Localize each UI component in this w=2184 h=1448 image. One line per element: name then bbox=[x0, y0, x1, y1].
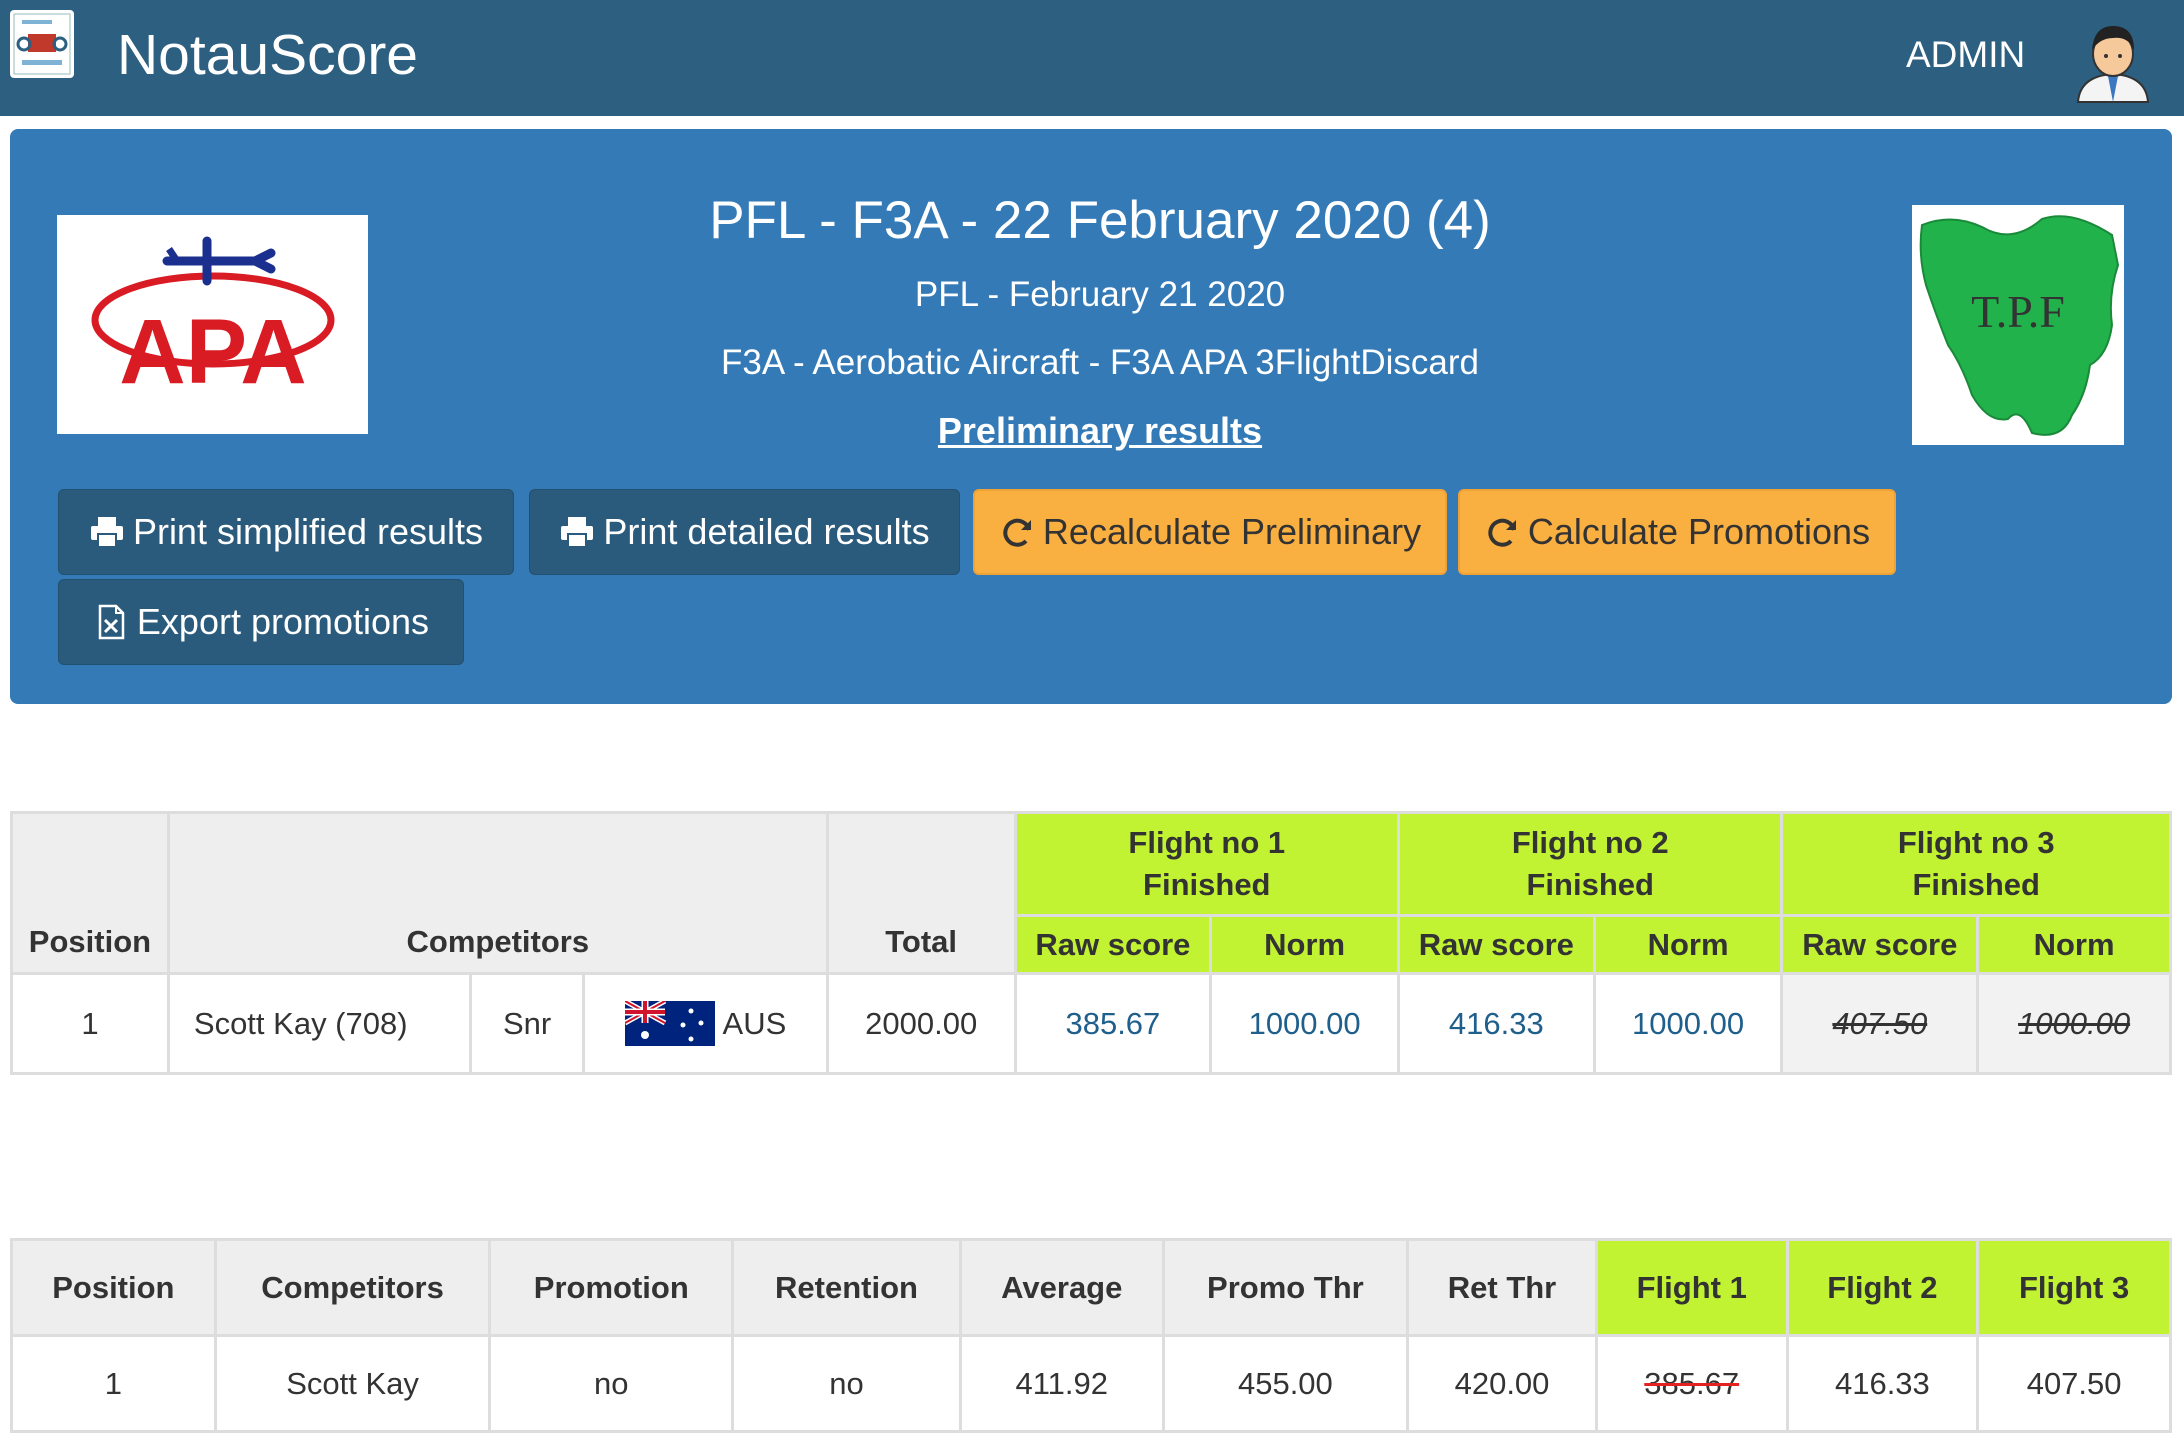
promo-col-promo-thr: Promo Thr bbox=[1161, 1238, 1410, 1337]
promo-promotion: no bbox=[488, 1334, 735, 1433]
flight-3-raw-score-discarded[interactable]: 407.50 bbox=[1780, 972, 1980, 1075]
print-detailed-label: Print detailed results bbox=[603, 511, 930, 552]
promo-col-average: Average bbox=[958, 1238, 1165, 1337]
flight-2-header: Flight no 2 Finished bbox=[1396, 811, 1784, 917]
club-logo-apa: APA bbox=[57, 215, 368, 434]
app-logo[interactable] bbox=[10, 10, 74, 78]
calculate-promotions-button[interactable]: Calculate Promotions bbox=[1458, 489, 1896, 575]
promotions-table: Position Competitors Promotion Retention… bbox=[10, 1238, 2172, 1433]
flight-2-norm-score[interactable]: 1000.00 bbox=[1592, 972, 1784, 1075]
promo-col-competitors: Competitors bbox=[213, 1238, 492, 1337]
flight-3-title: Flight no 3 bbox=[1897, 825, 2055, 860]
flight-2-title: Flight no 2 bbox=[1511, 825, 1669, 860]
flight-3-norm-score-discarded[interactable]: 1000.00 bbox=[1976, 972, 2172, 1075]
promo-col-ret-thr: Ret Thr bbox=[1406, 1238, 1598, 1337]
app-title[interactable]: NotauScore bbox=[117, 20, 418, 90]
export-promotions-button[interactable]: Export promotions bbox=[58, 579, 464, 665]
table-row: 1 Scott Kay no no 411.92 455.00 420.00 3… bbox=[10, 1334, 2172, 1433]
event-title: PFL - F3A - 22 February 2020 (4) bbox=[709, 191, 1491, 250]
competitor-name[interactable]: Scott Kay (708) bbox=[166, 972, 473, 1075]
promo-col-flight-2: Flight 2 bbox=[1785, 1238, 1980, 1337]
flight-1-status: Finished bbox=[1143, 867, 1271, 902]
competitor-country: AUS bbox=[582, 972, 829, 1075]
australia-flag-icon bbox=[623, 998, 715, 1046]
promo-average: 411.92 bbox=[958, 1334, 1165, 1433]
print-detailed-button[interactable]: Print detailed results bbox=[529, 489, 960, 575]
total-cell: 2000.00 bbox=[825, 972, 1017, 1075]
flight-1-raw-score[interactable]: 385.67 bbox=[1013, 972, 1213, 1075]
promo-retention: no bbox=[731, 1334, 962, 1433]
club-logo-tpf: T.P.F bbox=[1912, 205, 2124, 445]
flight-3-raw-header: Raw score bbox=[1780, 914, 1980, 975]
promo-flight-1: 385.67 bbox=[1594, 1334, 1789, 1433]
flight-1-norm-score[interactable]: 1000.00 bbox=[1209, 972, 1400, 1075]
col-total-header: Total bbox=[825, 811, 1017, 975]
flight-2-status: Finished bbox=[1526, 867, 1654, 902]
flight-1-raw-header: Raw score bbox=[1013, 914, 1213, 975]
promo-flight-2: 416.33 bbox=[1785, 1334, 1980, 1433]
flight-3-status: Finished bbox=[1912, 867, 2040, 902]
promo-col-retention: Retention bbox=[731, 1238, 962, 1337]
promo-col-flight-3: Flight 3 bbox=[1976, 1238, 2172, 1337]
navbar: NotauScore ADMIN bbox=[0, 0, 2184, 116]
event-class: F3A - Aerobatic Aircraft - F3A APA 3Flig… bbox=[720, 343, 1479, 382]
promo-flight-3: 407.50 bbox=[1976, 1334, 2172, 1433]
promo-col-flight-1: Flight 1 bbox=[1594, 1238, 1789, 1337]
flight-3-raw-value: 407.50 bbox=[1832, 1005, 1928, 1041]
flight-1-norm-header: Norm bbox=[1209, 914, 1400, 975]
flight-2-norm-header: Norm bbox=[1592, 914, 1784, 975]
promo-flight-1-value: 385.67 bbox=[1644, 1365, 1740, 1401]
flight-3-norm-value: 1000.00 bbox=[2018, 1005, 2131, 1041]
avatar[interactable] bbox=[2068, 14, 2158, 104]
table-row: 1 Scott Kay (708) Snr AUS 2000.00 385.67… bbox=[10, 972, 2172, 1075]
refresh-icon bbox=[1484, 514, 1520, 550]
refresh-icon bbox=[999, 514, 1035, 550]
promo-thr: 455.00 bbox=[1161, 1334, 1410, 1433]
promo-col-position: Position bbox=[10, 1238, 217, 1337]
calculate-promotions-label: Calculate Promotions bbox=[1527, 511, 1871, 552]
apa-logo-text: APA bbox=[119, 301, 306, 403]
flight-3-norm-header: Norm bbox=[1976, 914, 2172, 975]
recalculate-preliminary-button[interactable]: Recalculate Preliminary bbox=[973, 489, 1447, 575]
promo-competitor: Scott Kay bbox=[213, 1334, 492, 1433]
flight-1-header: Flight no 1 Finished bbox=[1013, 811, 1401, 917]
flight-2-raw-header: Raw score bbox=[1397, 914, 1596, 975]
col-position-header: Position bbox=[10, 811, 170, 975]
export-promotions-label: Export promotions bbox=[136, 601, 430, 642]
country-code: AUS bbox=[722, 1005, 787, 1041]
flight-2-raw-score[interactable]: 416.33 bbox=[1397, 972, 1596, 1075]
col-competitors-header: Competitors bbox=[166, 811, 829, 975]
ret-thr: 420.00 bbox=[1406, 1334, 1598, 1433]
preliminary-results-link[interactable]: Preliminary results bbox=[938, 409, 1262, 453]
print-icon bbox=[89, 514, 125, 550]
flight-3-header: Flight no 3 Finished bbox=[1780, 811, 2172, 917]
competitor-category: Snr bbox=[469, 972, 586, 1075]
flight-1-title: Flight no 1 bbox=[1128, 825, 1286, 860]
tpf-logo-text: T.P.F bbox=[1971, 286, 2065, 337]
event-title-block: PFL - F3A - 22 February 2020 (4) PFL - F… bbox=[510, 189, 1690, 453]
position-cell: 1 bbox=[10, 972, 170, 1075]
print-simplified-label: Print simplified results bbox=[132, 511, 484, 552]
recalculate-preliminary-label: Recalculate Preliminary bbox=[1042, 511, 1422, 552]
print-icon bbox=[559, 514, 595, 550]
excel-file-icon bbox=[93, 604, 129, 640]
event-header-panel: APA PFL - F3A - 22 February 2020 (4) PFL… bbox=[10, 129, 2172, 704]
promo-position: 1 bbox=[10, 1334, 217, 1433]
user-menu-label[interactable]: ADMIN bbox=[1906, 34, 2025, 76]
print-simplified-button[interactable]: Print simplified results bbox=[58, 489, 514, 575]
event-subtitle: PFL - February 21 2020 bbox=[914, 275, 1286, 314]
results-table: Position Competitors Total Flight no 1 F… bbox=[10, 811, 2172, 1075]
promo-col-promotion: Promotion bbox=[488, 1238, 735, 1337]
